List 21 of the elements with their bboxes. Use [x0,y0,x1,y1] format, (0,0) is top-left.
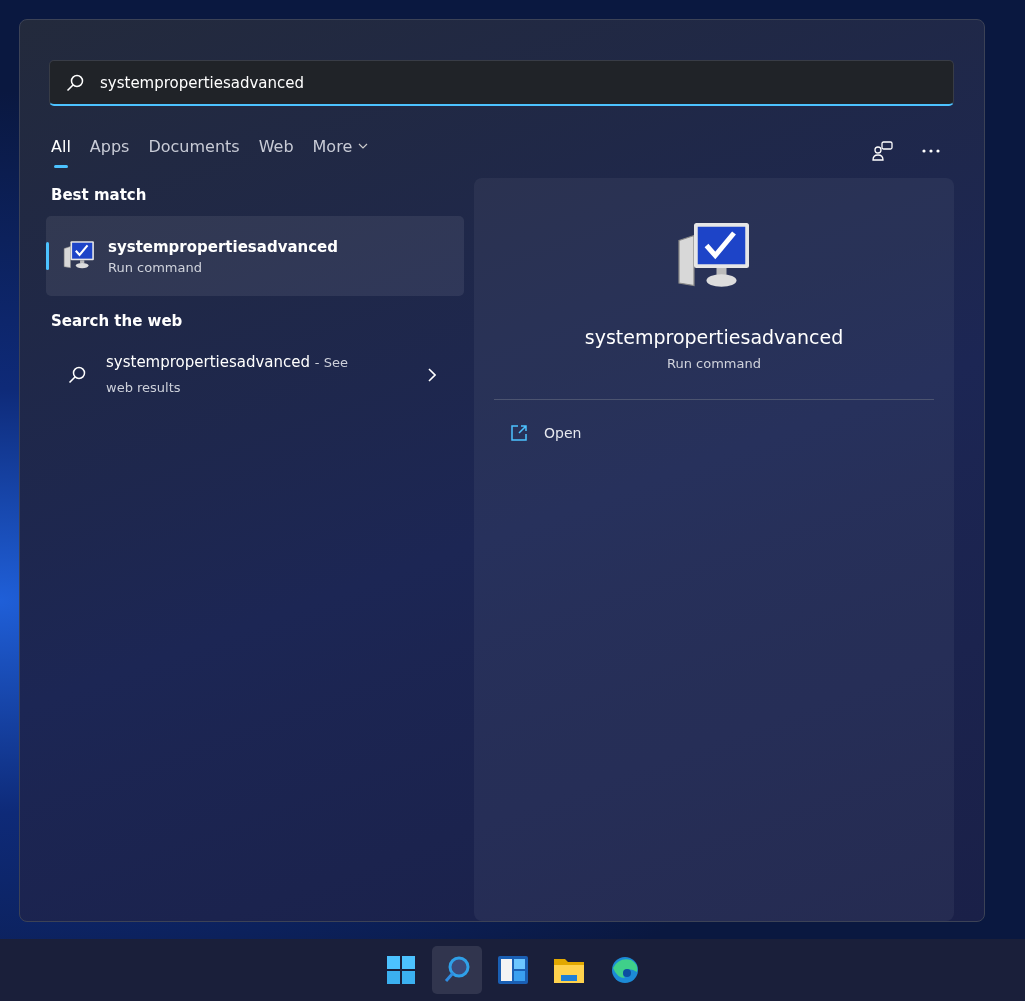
taskbar-button[interactable] [431,946,482,994]
section-heading: Best match [51,186,148,204]
search-field[interactable]: systempropertiesadvanced [49,60,954,106]
preview-title: systempropertiesadvanced [584,326,844,348]
search-icon [68,366,86,384]
result-subtitle: Run command [108,259,203,275]
folder-icon [553,957,584,983]
chevron-right-icon[interactable] [428,368,436,382]
open-action[interactable]: Open [504,420,588,446]
people-chat-icon[interactable] [872,141,894,161]
windows-logo-icon [386,956,415,984]
browser-icon [610,956,639,984]
widgets-icon [497,956,528,984]
more-options-icon[interactable] [922,149,940,153]
open-external-icon [510,424,528,442]
result-title: systempropertiesadvanced [108,237,338,256]
best-match-item[interactable]: systempropertiesadvanced Run command [46,216,464,296]
preview-subtitle: Run command [667,356,761,371]
section-heading: Search the web [51,312,184,330]
web-result-link[interactable]: systempropertiesadvanced - See web results [106,350,364,400]
search-icon [442,956,471,984]
